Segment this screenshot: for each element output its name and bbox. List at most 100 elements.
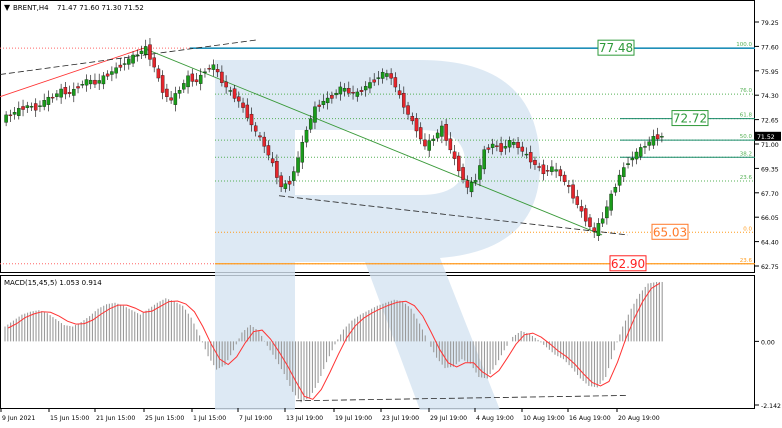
fib-level-label: 0.0 <box>743 226 752 232</box>
candle-body <box>435 132 440 139</box>
candle-body <box>317 104 321 107</box>
candle-body <box>93 79 97 85</box>
candle-body <box>393 77 398 88</box>
candle-body <box>638 147 643 157</box>
candle-body <box>186 75 190 88</box>
candle-body <box>651 136 656 146</box>
candle-body <box>63 87 68 95</box>
candle-body <box>630 158 635 161</box>
candle-body <box>80 84 85 86</box>
candle-body <box>528 152 533 163</box>
candle-body <box>237 96 241 102</box>
candle-body <box>571 184 575 199</box>
y-tick-label: 66.05 <box>761 215 779 222</box>
candle-body <box>461 167 465 180</box>
candle-body <box>114 67 118 74</box>
x-tick-label: 23 Jul 19:00 <box>382 415 419 422</box>
current-price-label: 71.52 <box>757 134 775 141</box>
target-label-62.90: 62.90 <box>609 255 647 272</box>
x-tick-label: 1 Jul 15:00 <box>193 415 226 422</box>
candle-body <box>59 88 63 98</box>
candle-body <box>351 92 355 94</box>
candle-body <box>88 79 93 85</box>
candle-body <box>634 151 639 160</box>
target-label-77.48: 77.48 <box>597 39 635 56</box>
candle-body <box>617 174 622 186</box>
y-tick-label: 62.75 <box>761 264 779 271</box>
candle-body <box>131 54 135 64</box>
candle-body <box>520 146 525 152</box>
uptrend-line <box>0 47 144 98</box>
candle-body <box>76 86 80 89</box>
candle-body <box>380 71 385 79</box>
candle-body <box>541 164 546 175</box>
candle-body <box>533 160 537 165</box>
candle-body <box>537 166 541 168</box>
fib-level-label: 23.6 <box>740 175 753 181</box>
candle-body <box>67 92 72 94</box>
candle-body <box>389 73 393 79</box>
candle-body <box>194 79 199 83</box>
candle-body <box>4 114 8 123</box>
candle-body <box>402 92 406 108</box>
chart-dropdown-icon[interactable]: ▼ <box>4 3 11 12</box>
candle-body <box>215 69 220 73</box>
candle-body <box>245 104 250 118</box>
candle-body <box>499 143 503 152</box>
candle-body <box>29 105 34 108</box>
candle-body <box>613 187 618 193</box>
candle-body <box>122 63 127 65</box>
candle-body <box>359 90 364 92</box>
fib-level-label: 100.0 <box>736 42 752 48</box>
candle-body <box>224 81 228 88</box>
candle-body <box>583 208 588 222</box>
candle-body <box>465 180 470 188</box>
candle-body <box>457 155 461 172</box>
symbol-label: BRENT,H4 <box>13 4 49 12</box>
x-tick-label: 16 Aug 19:00 <box>569 415 611 422</box>
x-tick-label: 19 Jul 19:00 <box>335 415 372 422</box>
candle-body <box>118 64 123 68</box>
candle-body <box>262 136 266 147</box>
candle-body <box>46 96 51 105</box>
x-tick-label: 10 Aug 19:00 <box>523 415 565 422</box>
candle-body <box>325 97 330 104</box>
candle-body <box>156 68 161 79</box>
candle-body <box>127 58 131 65</box>
candle-body <box>148 44 152 60</box>
candle-body <box>143 46 148 55</box>
candle-body <box>440 125 444 137</box>
fib-level-label: 23.6 <box>740 258 753 264</box>
candle-body <box>207 68 211 70</box>
candle-body <box>490 143 495 148</box>
candle-body <box>423 139 427 147</box>
target-value: 62.90 <box>611 257 645 271</box>
target-label-65.03: 65.03 <box>651 223 689 240</box>
candle-body <box>660 136 664 138</box>
candle-body <box>448 138 453 151</box>
candle-body <box>444 124 448 141</box>
target-value: 65.03 <box>653 225 687 239</box>
candle-body <box>562 174 567 182</box>
candle-body <box>503 146 508 149</box>
candle-body <box>596 223 601 236</box>
x-tick-label: 20 Aug 19:00 <box>618 415 660 422</box>
y-tick-label: 71.00 <box>761 142 779 149</box>
candle-body <box>410 116 415 122</box>
candle-body <box>300 142 305 163</box>
candle-body <box>165 88 169 97</box>
candle-body <box>588 217 592 227</box>
candle-body <box>160 75 165 93</box>
y-tick-label: 67.70 <box>761 191 779 198</box>
candle-body <box>372 79 376 83</box>
candle-body <box>38 105 42 107</box>
macd-signal-line <box>7 282 661 400</box>
candle-body <box>567 185 571 187</box>
candle-body <box>33 103 38 111</box>
candle-body <box>342 88 347 92</box>
candle-body <box>338 86 343 95</box>
candle-body <box>258 135 262 138</box>
candle-body <box>605 206 609 219</box>
candle-body <box>110 71 114 75</box>
candle-body <box>17 108 21 116</box>
